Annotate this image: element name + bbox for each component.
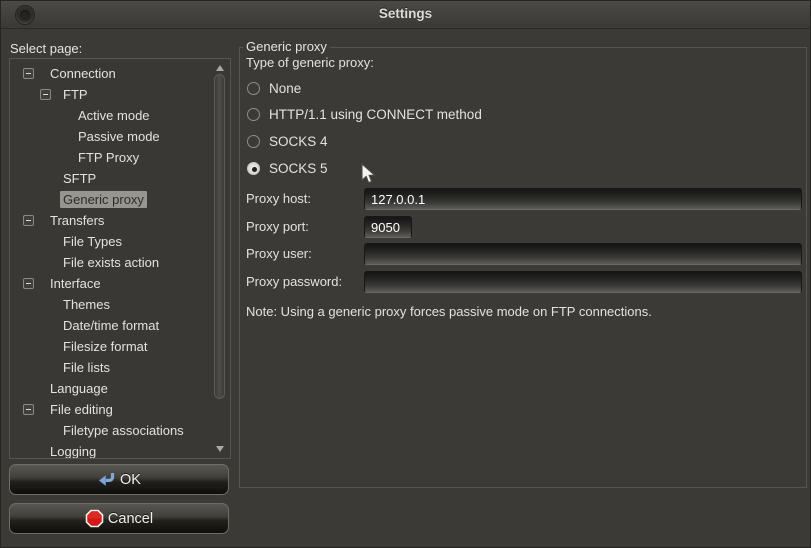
select-page-label: Select page: <box>10 41 82 56</box>
tree-item-ftp[interactable]: FTP <box>10 84 210 105</box>
field-label: Proxy host: <box>246 191 311 206</box>
tree-item-label: Date/time format <box>60 317 162 334</box>
tree-item-label: Passive mode <box>75 128 163 145</box>
proxy-user-input[interactable] <box>364 243 802 265</box>
tree-item-label: Generic proxy <box>60 191 147 208</box>
radio-socks-5[interactable]: SOCKS 5 <box>247 159 328 177</box>
tree-item-transfers[interactable]: Transfers <box>10 210 210 231</box>
tree-item-generic-proxy[interactable]: Generic proxy <box>10 189 210 210</box>
field-row-proxy-host-: Proxy host: <box>240 188 806 210</box>
radio-selected-icon[interactable] <box>247 162 260 175</box>
tree-item-language[interactable]: Language <box>10 378 210 399</box>
tree-item-themes[interactable]: Themes <box>10 294 210 315</box>
window-title: Settings <box>1 6 810 21</box>
collapse-minus-icon[interactable] <box>23 404 34 415</box>
radio-label: HTTP/1.1 using CONNECT method <box>269 107 482 122</box>
tree-item-label: Connection <box>47 65 119 82</box>
tree-item-date-time-format[interactable]: Date/time format <box>10 315 210 336</box>
tree-item-label: Filesize format <box>60 338 151 355</box>
tree-item-label: Interface <box>47 275 104 292</box>
type-of-proxy-label: Type of generic proxy: <box>246 55 374 70</box>
proxy-password-input[interactable] <box>364 271 802 293</box>
collapse-minus-icon[interactable] <box>23 215 34 226</box>
radio-http-1-1-using-connect-method[interactable]: HTTP/1.1 using CONNECT method <box>247 106 482 124</box>
radio-unselected-icon[interactable] <box>247 135 260 148</box>
tree-item-passive-mode[interactable]: Passive mode <box>10 126 210 147</box>
radio-unselected-icon[interactable] <box>247 108 260 121</box>
tree-item-file-lists[interactable]: File lists <box>10 357 210 378</box>
tree-item-label: File editing <box>47 401 116 418</box>
cancel-button[interactable]: Cancel <box>9 503 229 534</box>
ok-button-label: OK <box>120 472 141 488</box>
ok-button[interactable]: OK <box>9 464 229 495</box>
scroll-down-arrow-icon[interactable] <box>216 446 224 452</box>
settings-dialog: Settings Select page: Connection FTP Activ… <box>0 0 811 548</box>
tree-item-file-editing[interactable]: File editing <box>10 399 210 420</box>
cancel-button-label: Cancel <box>108 511 153 527</box>
return-arrow-icon <box>97 472 116 487</box>
tree-item-active-mode[interactable]: Active mode <box>10 105 210 126</box>
radio-none[interactable]: None <box>247 79 301 97</box>
tree-item-label: Themes <box>60 296 113 313</box>
tree-item-file-exists-action[interactable]: File exists action <box>10 252 210 273</box>
tree-item-label: Logging <box>47 443 99 459</box>
field-row-proxy-user-: Proxy user: <box>240 243 806 265</box>
scrollbar-thumb[interactable] <box>214 74 225 399</box>
tree-item-label: SFTP <box>60 170 99 187</box>
field-label: Proxy port: <box>246 219 309 234</box>
tree-item-logging[interactable]: Logging <box>10 441 210 459</box>
tree-item-ftp-proxy[interactable]: FTP Proxy <box>10 147 210 168</box>
tree-item-label: File lists <box>60 359 113 376</box>
collapse-minus-icon[interactable] <box>40 89 51 100</box>
generic-proxy-groupbox: Generic proxy Type of generic proxy: Non… <box>239 47 807 488</box>
tree-item-filesize-format[interactable]: Filesize format <box>10 336 210 357</box>
field-row-proxy-password-: Proxy password: <box>240 271 806 293</box>
tree-item-label: Filetype associations <box>60 422 187 439</box>
tree-item-label: FTP <box>60 86 91 103</box>
tree-item-label: FTP Proxy <box>75 149 142 166</box>
tree-item-connection[interactable]: Connection <box>10 63 210 84</box>
tree-item-filetype-associations[interactable]: Filetype associations <box>10 420 210 441</box>
tree-item-label: Language <box>47 380 111 397</box>
proxy-host-input[interactable] <box>364 188 802 210</box>
radio-label: SOCKS 4 <box>269 134 328 149</box>
tree-item-label: File exists action <box>60 254 162 271</box>
field-label: Proxy user: <box>246 246 312 261</box>
collapse-minus-icon[interactable] <box>23 278 34 289</box>
stop-sign-icon <box>85 509 104 528</box>
collapse-minus-icon[interactable] <box>23 68 34 79</box>
field-row-proxy-port-: Proxy port: <box>240 216 806 238</box>
proxy-note: Note: Using a generic proxy forces passi… <box>246 304 652 319</box>
tree-item-label: Transfers <box>47 212 107 229</box>
tree-item-interface[interactable]: Interface <box>10 273 210 294</box>
tree-item-sftp[interactable]: SFTP <box>10 168 210 189</box>
tree-item-label: File Types <box>60 233 125 250</box>
proxy-port-input[interactable] <box>364 216 412 238</box>
tree-item-file-types[interactable]: File Types <box>10 231 210 252</box>
title-bar[interactable]: Settings <box>1 1 810 29</box>
radio-label: None <box>269 81 301 96</box>
groupbox-legend: Generic proxy <box>243 39 330 54</box>
tree-item-label: Active mode <box>75 107 153 124</box>
field-label: Proxy password: <box>246 274 342 289</box>
radio-label: SOCKS 5 <box>269 161 328 176</box>
scroll-up-arrow-icon[interactable] <box>216 65 224 71</box>
radio-unselected-icon[interactable] <box>247 82 260 95</box>
tree-scrollbar[interactable] <box>211 59 229 458</box>
settings-page-tree[interactable]: Connection FTP Active mode Passive mode FTP … <box>9 58 231 459</box>
radio-socks-4[interactable]: SOCKS 4 <box>247 132 328 150</box>
